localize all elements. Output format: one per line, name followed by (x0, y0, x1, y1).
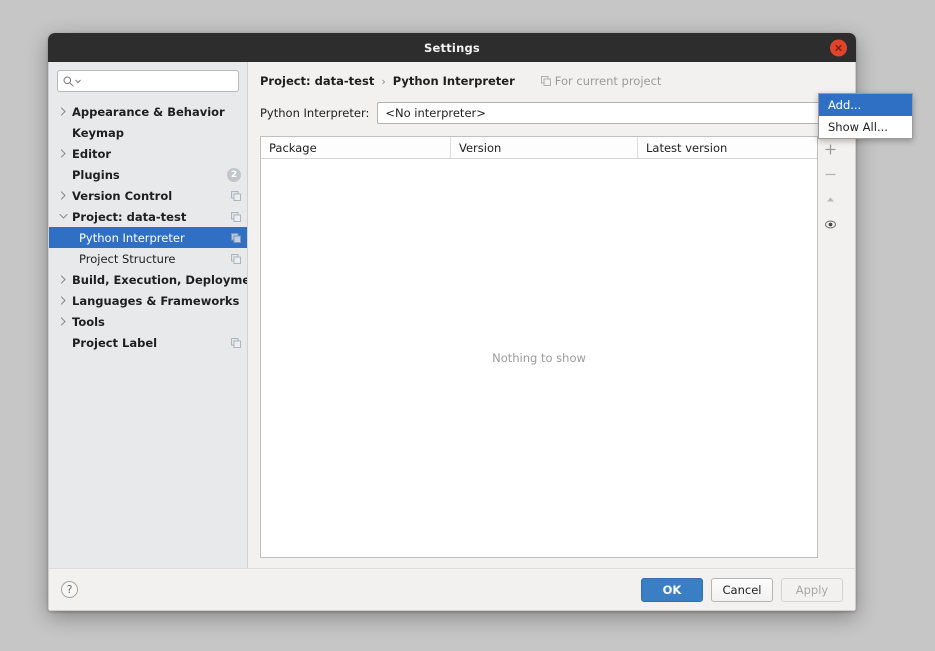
settings-sidebar: Appearance & Behavior Keymap Editor Plugins… (49, 62, 248, 568)
breadcrumb: Project: data-test › Python Interpreter … (260, 72, 843, 90)
sidebar-item-label: Project Label (72, 335, 158, 350)
dialog-footer: ? OK Cancel Apply (49, 568, 855, 610)
sidebar-item-label: Languages & Frameworks (72, 293, 240, 308)
sidebar-item-label: Tools (72, 314, 105, 329)
sidebar-item-project-label[interactable]: Project Label (49, 332, 247, 353)
sidebar-item-python-interpreter[interactable]: Python Interpreter (49, 227, 247, 248)
sidebar-item-editor[interactable]: Editor (49, 143, 247, 164)
close-icon[interactable] (830, 39, 847, 56)
add-package-button[interactable] (820, 140, 841, 159)
cancel-button[interactable]: Cancel (711, 577, 773, 602)
copy-icon (231, 211, 241, 222)
chevron-right-icon[interactable] (55, 317, 71, 326)
sidebar-item-label: Plugins (72, 167, 120, 182)
breadcrumb-separator: › (381, 74, 386, 88)
packages-table-body: Nothing to show (261, 159, 817, 557)
plugins-count-badge: 2 (227, 167, 241, 182)
chevron-down-icon[interactable] (55, 213, 71, 220)
sidebar-item-label: Appearance & Behavior (72, 104, 225, 119)
help-button[interactable]: ? (61, 581, 78, 598)
search-input[interactable] (84, 73, 233, 89)
chevron-right-icon[interactable] (55, 296, 71, 305)
copy-icon (540, 76, 551, 86)
sidebar-item-label: Python Interpreter (79, 230, 185, 245)
dialog-body: Appearance & Behavior Keymap Editor Plugins… (48, 62, 856, 611)
interpreter-row: Python Interpreter: <No interpreter> (260, 102, 843, 124)
column-header-latest-version[interactable]: Latest version (638, 137, 817, 158)
sidebar-item-label: Keymap (72, 125, 124, 140)
minus-icon (825, 173, 836, 176)
triangle-up-icon (827, 197, 834, 202)
sidebar-item-label: Editor (72, 146, 112, 161)
packages-table-header: Package Version Latest version (261, 137, 817, 159)
menu-item-show-all[interactable]: Show All... (819, 116, 912, 138)
interpreter-dropdown-menu: Add... Show All... (818, 93, 913, 139)
eye-icon (824, 220, 837, 229)
column-header-package[interactable]: Package (261, 137, 451, 158)
menu-item-add[interactable]: Add... (819, 94, 912, 116)
packages-table: Package Version Latest version Nothing to … (260, 136, 818, 558)
scope-note-label: For current project (554, 74, 662, 88)
copy-icon (231, 190, 241, 201)
empty-state-text: Nothing to show (492, 351, 586, 365)
sidebar-item-tools[interactable]: Tools (49, 311, 247, 332)
chevron-right-icon[interactable] (55, 149, 71, 158)
apply-button[interactable]: Apply (781, 577, 843, 602)
sidebar-item-plugins[interactable]: Plugins 2 (49, 164, 247, 185)
scope-note: For current project (540, 74, 662, 88)
sidebar-item-label: Version Control (72, 188, 173, 203)
settings-tree: Appearance & Behavior Keymap Editor Plugins… (49, 98, 247, 568)
sidebar-item-project-data-test[interactable]: Project: data-test (49, 206, 247, 227)
content-row: Appearance & Behavior Keymap Editor Plugins… (49, 62, 855, 568)
plus-icon (825, 144, 836, 155)
show-early-releases-button[interactable] (820, 215, 841, 234)
breadcrumb-page: Python Interpreter (392, 74, 515, 88)
window-title: Settings (424, 40, 480, 55)
ok-button[interactable]: OK (641, 577, 703, 602)
search-box[interactable] (57, 70, 239, 92)
column-header-version[interactable]: Version (451, 137, 638, 158)
sidebar-item-languages-frameworks[interactable]: Languages & Frameworks (49, 290, 247, 311)
main-panel: Project: data-test › Python Interpreter … (248, 62, 855, 568)
window-titlebar: Settings (48, 33, 856, 62)
sidebar-item-project-structure[interactable]: Project Structure (49, 248, 247, 269)
interpreter-combobox[interactable]: <No interpreter> (377, 102, 843, 124)
sidebar-item-label: Build, Execution, Deployment (72, 272, 247, 287)
chevron-right-icon[interactable] (55, 275, 71, 284)
sidebar-item-label: Project: data-test (72, 209, 187, 224)
sidebar-item-version-control[interactable]: Version Control (49, 185, 247, 206)
packages-area: Package Version Latest version Nothing to … (260, 136, 843, 558)
chevron-right-icon[interactable] (55, 191, 71, 200)
remove-package-button[interactable] (820, 165, 841, 184)
breadcrumb-project[interactable]: Project: data-test (260, 74, 374, 88)
copy-icon (231, 232, 241, 243)
search-icon (63, 76, 74, 86)
interpreter-value: <No interpreter> (385, 106, 486, 120)
upgrade-package-button[interactable] (820, 190, 841, 209)
sidebar-item-appearance-behavior[interactable]: Appearance & Behavior (49, 101, 247, 122)
copy-icon (231, 253, 241, 264)
chevron-down-icon (75, 79, 81, 84)
chevron-right-icon[interactable] (55, 107, 71, 116)
packages-toolbar (818, 136, 843, 558)
sidebar-item-label: Project Structure (79, 251, 176, 266)
sidebar-item-keymap[interactable]: Keymap (49, 122, 247, 143)
sidebar-item-build-execution-deployment[interactable]: Build, Execution, Deployment (49, 269, 247, 290)
footer-button-group: OK Cancel Apply (641, 577, 843, 602)
copy-icon (231, 337, 241, 348)
settings-dialog: Settings Appearance & Behavior Keymap Edit… (48, 33, 913, 611)
interpreter-label: Python Interpreter: (260, 106, 370, 120)
